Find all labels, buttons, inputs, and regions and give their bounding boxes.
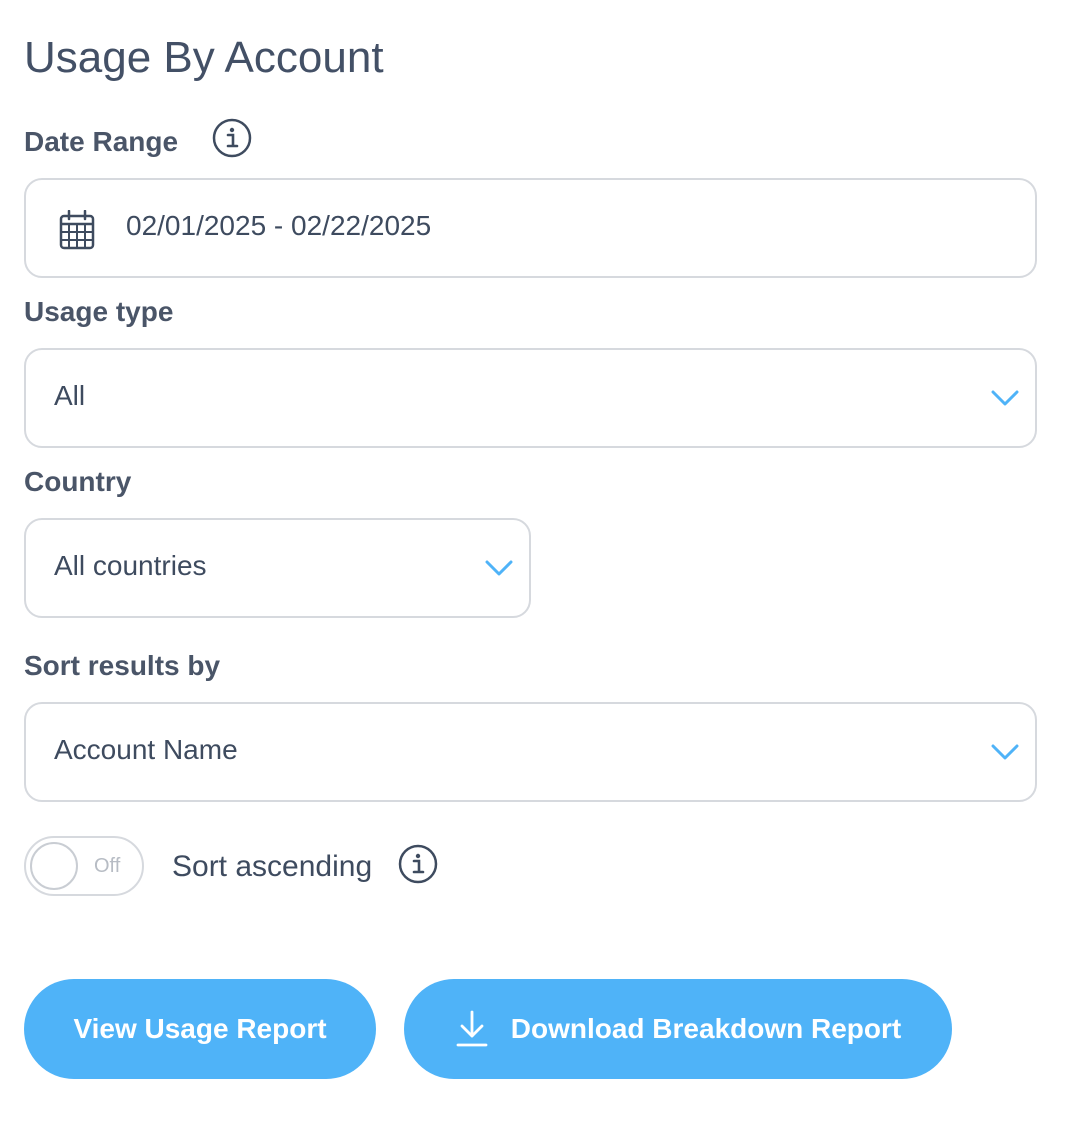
page-title: Usage By Account (24, 33, 384, 82)
chevron-down-icon (990, 742, 1020, 762)
info-icon[interactable] (212, 118, 252, 158)
sort-ascending-toggle[interactable]: Off (24, 836, 144, 896)
view-usage-report-label: View Usage Report (73, 1013, 327, 1044)
usage-type-label: Usage type (24, 296, 174, 327)
download-icon (455, 1010, 489, 1048)
country-select[interactable]: All countries (24, 518, 531, 618)
sort-by-select[interactable]: Account Name (24, 702, 1037, 802)
toggle-state-text: Off (94, 855, 121, 877)
download-breakdown-report-button[interactable]: Download Breakdown Report (404, 979, 952, 1079)
date-range-value: 02/01/2025 - 02/22/2025 (126, 210, 432, 241)
sort-by-label: Sort results by (24, 650, 221, 681)
chevron-down-icon (484, 558, 514, 578)
toggle-knob (30, 842, 78, 890)
usage-type-selected: All (54, 380, 86, 411)
usage-type-select[interactable]: All (24, 348, 1037, 448)
sort-ascending-label: Sort ascending (172, 850, 373, 883)
date-range-label: Date Range (24, 126, 179, 157)
country-selected: All countries (54, 550, 207, 581)
date-range-input[interactable]: 02/01/2025 - 02/22/2025 (24, 178, 1037, 278)
download-breakdown-report-label: Download Breakdown Report (510, 1013, 902, 1044)
info-icon[interactable] (398, 844, 438, 884)
view-usage-report-button[interactable]: View Usage Report (24, 979, 376, 1079)
chevron-down-icon (990, 388, 1020, 408)
usage-by-account-page: Usage By Account Date Range 02/01/2025 -… (0, 0, 1066, 1128)
calendar-icon (58, 209, 96, 250)
sort-by-selected: Account Name (54, 734, 238, 765)
country-label: Country (24, 466, 132, 497)
